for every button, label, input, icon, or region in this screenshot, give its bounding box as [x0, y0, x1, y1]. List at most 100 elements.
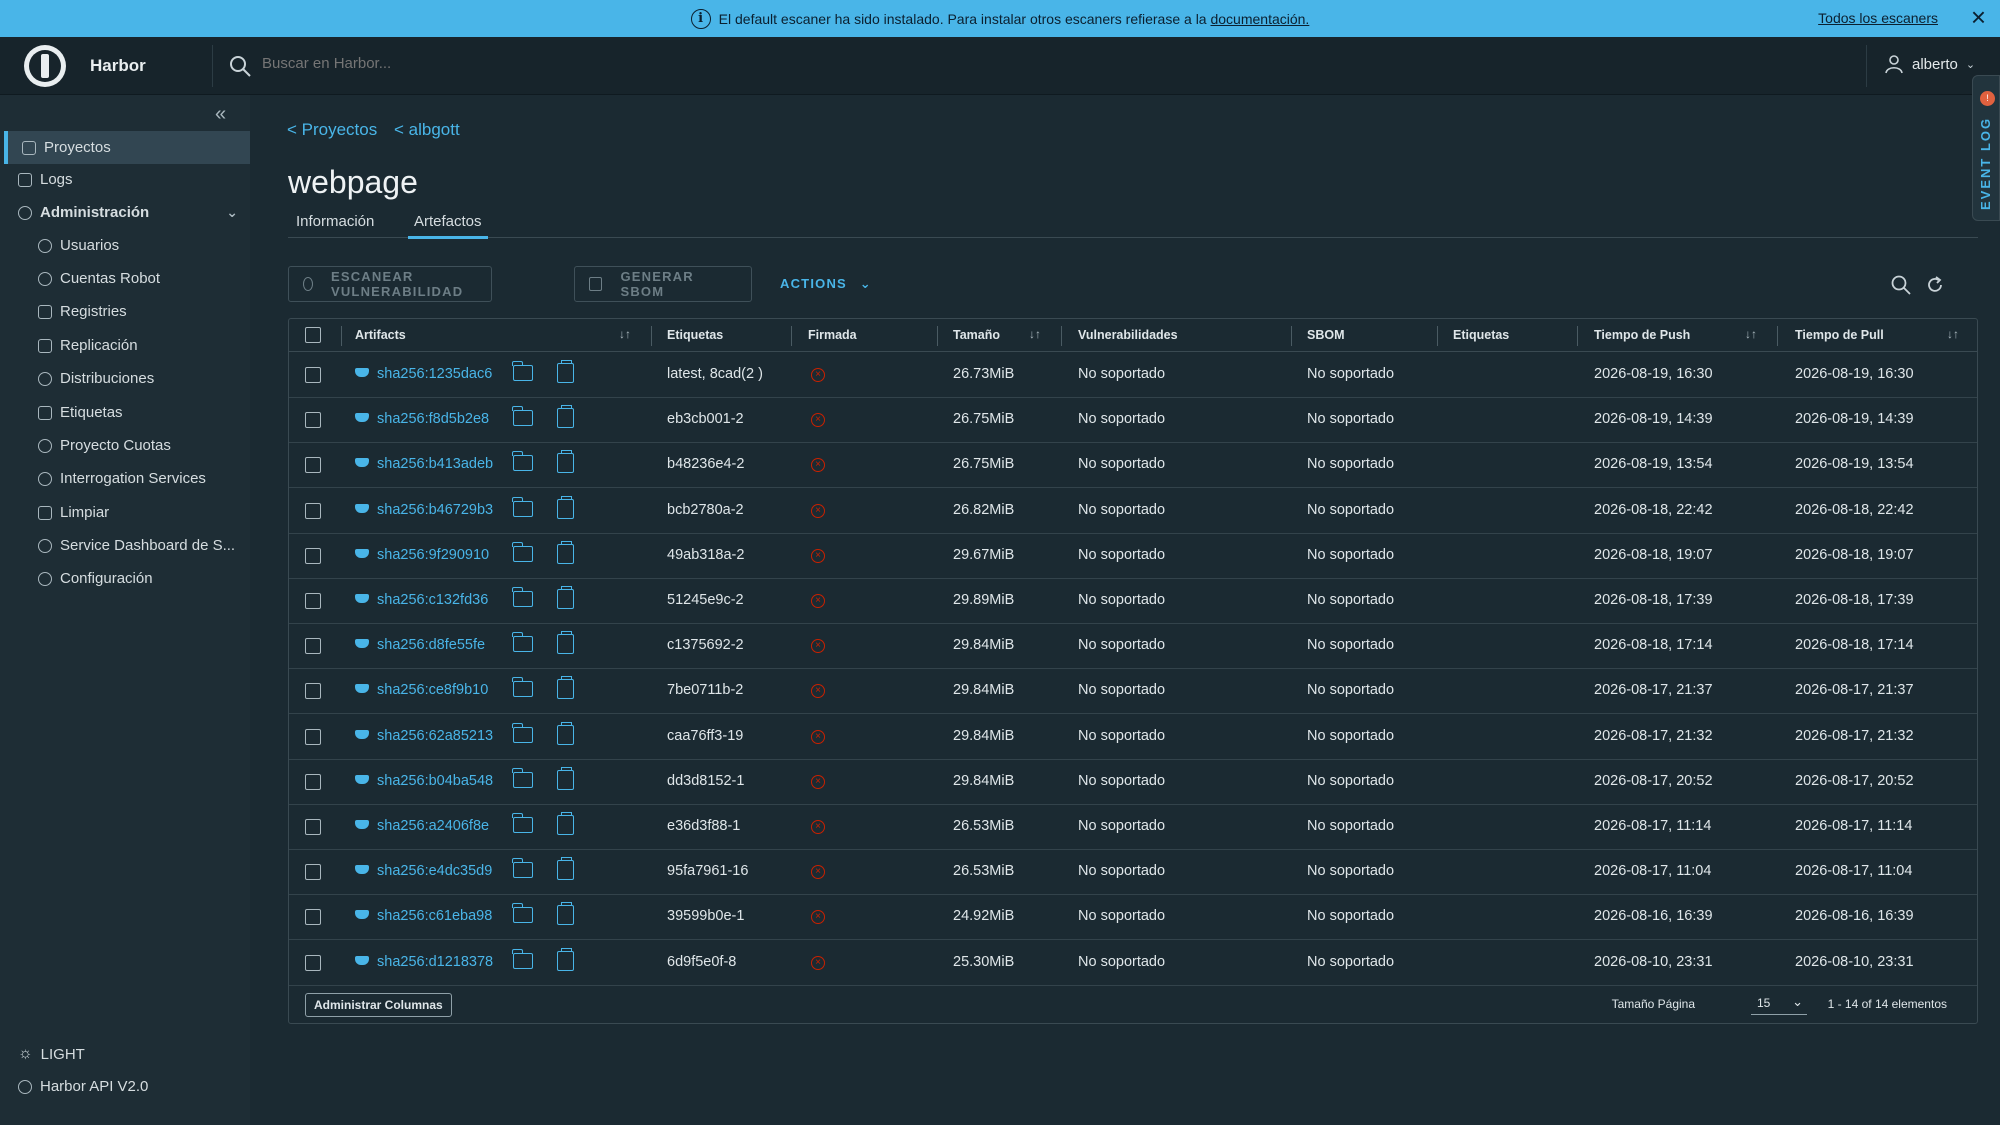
folder-icon[interactable] [512, 541, 533, 562]
folder-icon[interactable] [512, 451, 533, 472]
sidebar-item-configuracion[interactable]: Configuración [24, 562, 250, 595]
sidebar-item-administracion[interactable]: Administración ⌄ [6, 196, 250, 229]
table-row[interactable]: sha256:1235dac6 latest, 8cad(2 ) × 26.73MiB… [289, 353, 1977, 398]
sidebar-item-proyectos[interactable]: Proyectos [4, 131, 250, 164]
copy-icon[interactable] [557, 857, 574, 881]
copy-icon[interactable] [557, 812, 574, 835]
banner-docs-link[interactable]: documentación. [1210, 11, 1309, 27]
row-checkbox[interactable] [305, 819, 321, 835]
artifact-digest-link[interactable]: sha256:1235dac6 [377, 366, 492, 382]
artifact-digest-link[interactable]: sha256:9f290910 [377, 547, 489, 563]
actions-dropdown[interactable]: ACTIONS ⌄ [780, 276, 872, 292]
sort-icon[interactable]: ↓↑ [1029, 327, 1041, 341]
row-checkbox[interactable] [305, 728, 321, 745]
sort-icon[interactable]: ↓↑ [1745, 327, 1757, 341]
sidebar-item-usuarios[interactable]: Usuarios [24, 229, 250, 262]
event-log-tab[interactable]: ! EVENT LOG [1972, 75, 2000, 221]
col-vulnerabilidades[interactable]: Vulnerabilidades [1078, 328, 1178, 342]
artifact-digest-link[interactable]: sha256:f8d5b2e8 [377, 411, 489, 427]
col-etiquetas[interactable]: Etiquetas [667, 328, 723, 342]
folder-icon[interactable] [512, 813, 533, 833]
row-checkbox[interactable] [305, 367, 321, 383]
search-icon[interactable] [1890, 274, 1912, 296]
search-icon[interactable] [228, 54, 252, 78]
folder-icon[interactable] [512, 632, 533, 653]
tab-artefactos[interactable]: Artefactos [408, 213, 488, 239]
copy-icon[interactable] [557, 495, 574, 519]
sidebar-item-interrogation-services[interactable]: Interrogation Services [24, 462, 250, 495]
table-row[interactable]: sha256:c132fd36 51245e9c-2 × 29.89MiB No sop… [289, 579, 1977, 624]
artifact-digest-link[interactable]: sha256:62a85213 [377, 728, 493, 744]
copy-icon[interactable] [557, 766, 574, 790]
sidebar-item-etiquetas[interactable]: Etiquetas [24, 396, 250, 429]
folder-icon[interactable] [512, 677, 533, 698]
copy-icon[interactable] [557, 902, 574, 926]
brand-name[interactable]: Harbor [90, 56, 146, 76]
sidebar-item-cuentas-robot[interactable]: Cuentas Robot [24, 262, 250, 295]
page-size-select[interactable]: 15 ⌄ [1751, 991, 1807, 1015]
copy-icon[interactable] [557, 586, 574, 609]
user-menu[interactable]: alberto ⌄ [1884, 54, 1975, 74]
row-checkbox[interactable] [305, 502, 321, 519]
sidebar-item-service-dashboard[interactable]: Service Dashboard de S... [24, 529, 250, 562]
artifact-digest-link[interactable]: sha256:e4dc35d9 [377, 863, 492, 879]
copy-icon[interactable] [557, 540, 574, 564]
row-checkbox[interactable] [305, 412, 321, 429]
artifact-digest-link[interactable]: sha256:c132fd36 [377, 592, 488, 608]
artifact-digest-link[interactable]: sha256:ce8f9b10 [377, 682, 488, 698]
sidebar-item-distribuciones[interactable]: Distribuciones [24, 362, 250, 395]
table-row[interactable]: sha256:a2406f8e e36d3f88-1 × 26.53MiB No sop… [289, 805, 1977, 850]
breadcrumb-proyectos[interactable]: < Proyectos [287, 120, 377, 139]
folder-icon[interactable] [512, 948, 533, 969]
close-icon[interactable]: × [1971, 4, 1986, 30]
folder-icon[interactable] [512, 496, 533, 517]
row-checkbox[interactable] [305, 638, 321, 655]
col-firmada[interactable]: Firmada [808, 328, 857, 342]
table-row[interactable]: sha256:62a85213 caa76ff3-19 × 29.84MiB No so… [289, 715, 1977, 760]
sidebar-item-registries[interactable]: Registries [24, 295, 250, 328]
scan-vulnerability-button[interactable]: ESCANEAR VULNERABILIDAD [288, 266, 492, 302]
sort-icon[interactable]: ↓↑ [619, 327, 631, 341]
table-row[interactable]: sha256:e4dc35d9 95fa7961-16 × 26.53MiB No so… [289, 850, 1977, 896]
folder-icon[interactable] [512, 722, 533, 743]
col-etiquetas-2[interactable]: Etiquetas [1453, 328, 1509, 342]
table-row[interactable]: sha256:ce8f9b10 7be0711b-2 × 29.84MiB No sop… [289, 669, 1977, 715]
artifact-digest-link[interactable]: sha256:d8fe55fe [377, 637, 485, 653]
collapse-sidebar-icon[interactable]: « [215, 103, 226, 126]
copy-icon[interactable] [557, 721, 574, 745]
col-tiempo-pull[interactable]: Tiempo de Pull [1795, 328, 1884, 342]
sidebar-item-logs[interactable]: Logs [6, 163, 250, 196]
col-tiempo-push[interactable]: Tiempo de Push [1594, 328, 1690, 342]
copy-icon[interactable] [557, 947, 574, 971]
row-checkbox[interactable] [305, 683, 321, 700]
artifact-digest-link[interactable]: sha256:c61eba98 [377, 908, 492, 924]
table-row[interactable]: sha256:f8d5b2e8 eb3cb001-2 × 26.75MiB No sop… [289, 398, 1977, 444]
artifact-digest-link[interactable]: sha256:d1218378 [377, 954, 493, 970]
table-row[interactable]: sha256:d1218378 6d9f5e0f-8 × 25.30MiB No sop… [289, 941, 1977, 986]
copy-icon[interactable] [557, 405, 574, 429]
folder-icon[interactable] [512, 587, 533, 607]
row-checkbox[interactable] [305, 593, 321, 609]
select-all-checkbox[interactable] [305, 327, 321, 343]
all-scanners-link[interactable]: Todos los escaners [1818, 10, 1938, 26]
harbor-logo-icon[interactable] [24, 45, 66, 87]
artifact-digest-link[interactable]: sha256:a2406f8e [377, 818, 489, 834]
copy-icon[interactable] [557, 360, 574, 383]
api-explorer-link[interactable]: Harbor API V2.0 [18, 1078, 148, 1095]
generate-sbom-button[interactable]: GENERAR SBOM [574, 266, 752, 302]
search-input[interactable] [262, 55, 562, 72]
manage-columns-button[interactable]: Administrar Columnas [305, 993, 452, 1017]
col-sbom[interactable]: SBOM [1307, 328, 1345, 342]
artifact-digest-link[interactable]: sha256:b46729b3 [377, 502, 493, 518]
col-artifacts[interactable]: Artifacts [355, 328, 406, 342]
row-checkbox[interactable] [305, 909, 321, 926]
theme-toggle[interactable]: ☼ LIGHT [18, 1045, 85, 1063]
table-row[interactable]: sha256:d8fe55fe c1375692-2 × 29.84MiB No sop… [289, 624, 1977, 670]
artifact-digest-link[interactable]: sha256:b413adeb [377, 456, 493, 472]
row-checkbox[interactable] [305, 547, 321, 564]
folder-icon[interactable] [512, 767, 533, 788]
copy-icon[interactable] [557, 450, 574, 474]
row-checkbox[interactable] [305, 457, 321, 474]
folder-icon[interactable] [512, 903, 533, 924]
table-row[interactable]: sha256:9f290910 49ab318a-2 × 29.67MiB No sop… [289, 534, 1977, 579]
